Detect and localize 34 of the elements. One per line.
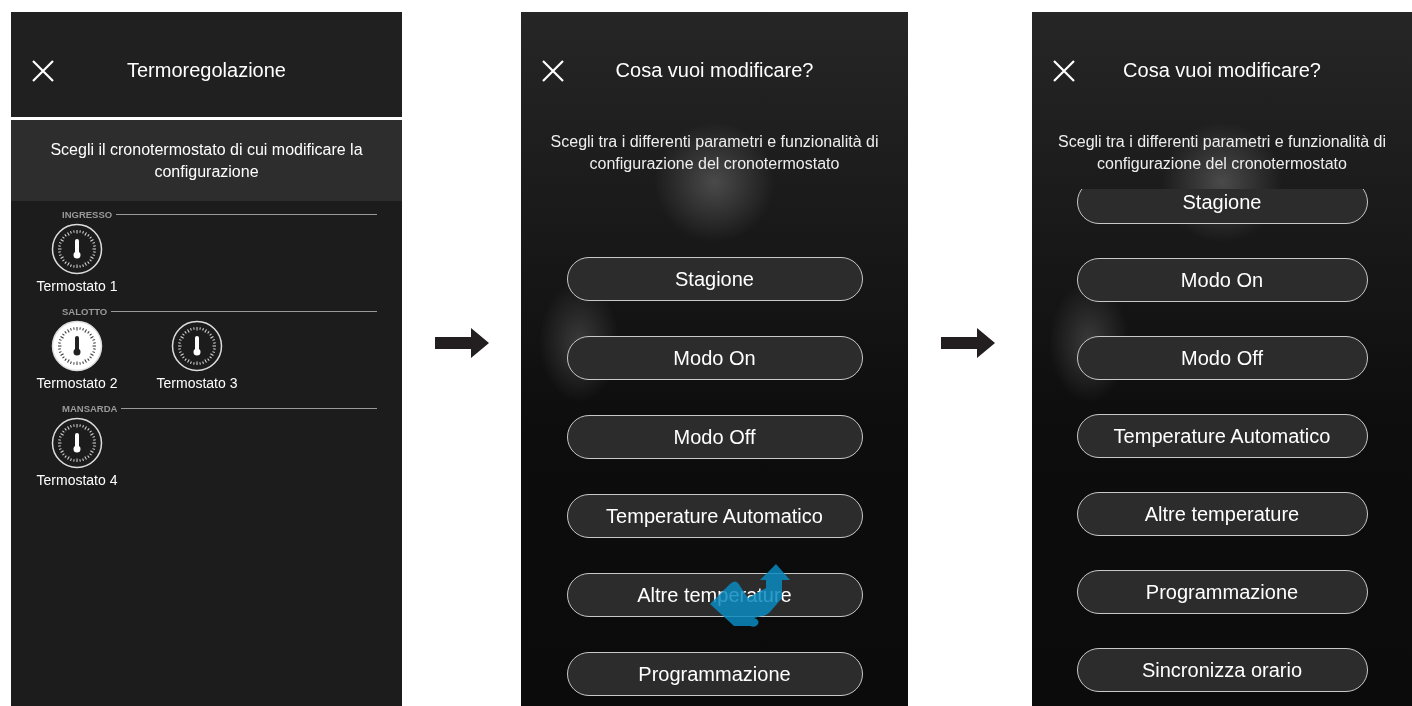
option-button[interactable]: Programmazione [1076,570,1368,614]
option-button[interactable]: Programmazione [566,652,863,696]
screen-title: Cosa vuoi modificare? [615,59,814,82]
thermostat-name: Termostato 4 [36,472,118,488]
thermostat-icon[interactable] [51,320,103,372]
thermostat-icon[interactable] [171,320,223,372]
option-button[interactable]: Modo Off [566,415,863,459]
room-label: MANSARDA [62,403,118,414]
close-icon[interactable] [31,59,55,83]
option-button[interactable]: Altre temperature [1076,492,1368,536]
option-button[interactable]: Temperature Automatico [1076,414,1368,458]
option-button[interactable]: Stagione [1076,189,1368,224]
option-button[interactable]: Modo On [1076,258,1368,302]
thermostat-name: Termostato 3 [156,375,238,391]
thermostat-icon[interactable] [51,417,103,469]
instruction-text: Scegli il cronotermostato di cui modificare la configurazione [49,139,364,182]
room-label: SALOTTO [62,306,108,317]
screen-title: Termoregolazione [127,59,286,82]
thermostat-icon[interactable] [51,223,103,275]
arrow-icon [434,328,489,358]
thermostat-name: Termostato 2 [36,375,118,391]
option-button[interactable]: Stagione [566,257,863,301]
arrow-icon [940,328,995,358]
room-label: INGRESSO [62,209,113,220]
option-button[interactable]: Sincronizza orario [1076,648,1368,692]
thermostat-name: Termostato 1 [36,278,118,294]
instruction-text: Scegli tra i differenti parametri e funzionalità di configurazione del cronotermostato [550,133,879,172]
instruction-text: Scegli tra i differenti parametri e funzionalità di configurazione del cronotermostato [1058,133,1386,172]
screen-title: Cosa vuoi modificare? [1123,59,1321,82]
close-icon[interactable] [1052,59,1076,83]
option-button[interactable]: Temperature Automatico [566,494,863,538]
close-icon[interactable] [541,59,565,83]
option-button[interactable]: Modo Off [1076,336,1368,380]
option-button[interactable]: Modo On [566,336,863,380]
